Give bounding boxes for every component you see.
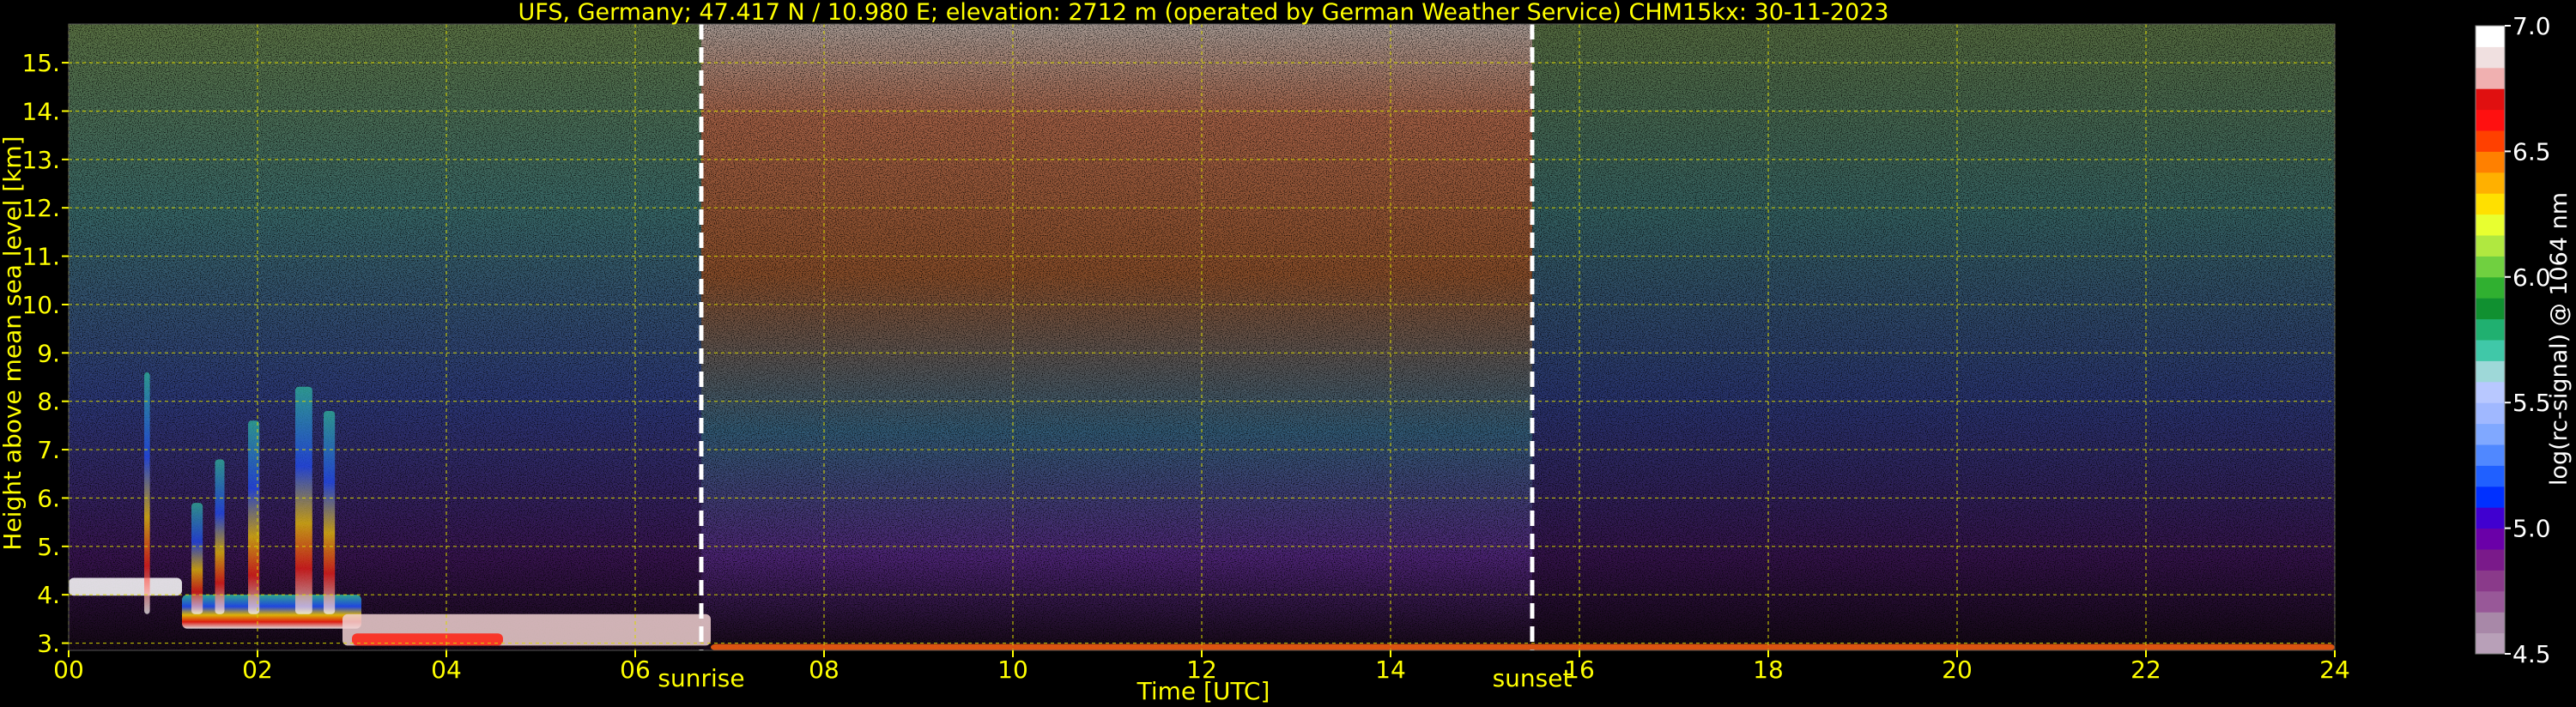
colorbar-segment [2476, 465, 2505, 487]
colorbar-segment [2476, 88, 2505, 111]
colorbar-segment [2476, 444, 2505, 466]
y-tick-label: 12. [21, 194, 60, 222]
y-tick-label: 9. [37, 339, 60, 367]
colorbar [2475, 25, 2506, 655]
colorbar-segment [2476, 632, 2505, 655]
y-axis-label: Height above mean sea level [km] [0, 136, 27, 550]
colorbar-tick-label: 5.0 [2512, 515, 2551, 543]
y-tick-label: 4. [37, 581, 60, 609]
y-tick-label: 14. [21, 97, 60, 125]
x-tick-label: 24 [2319, 656, 2350, 684]
colorbar-segment [2476, 46, 2505, 69]
colorbar-segment [2476, 193, 2505, 215]
noise-speckle [69, 24, 2335, 650]
cloud-streak [295, 386, 312, 614]
colorbar-segment [2476, 214, 2505, 236]
cloud-band [352, 633, 503, 646]
colorbar-segment [2476, 298, 2505, 320]
colorbar-segment [2476, 486, 2505, 508]
colorbar-tick-label: 6.0 [2512, 263, 2551, 292]
colorbar-tick-label: 4.5 [2512, 640, 2551, 668]
colorbar-segment [2476, 360, 2505, 383]
colorbar-segment [2476, 570, 2505, 592]
colorbar-segment [2476, 549, 2505, 571]
x-tick-label: 16 [1564, 656, 1595, 684]
colorbar-segment [2476, 402, 2505, 425]
cloud-streak [215, 459, 225, 614]
colorbar-segment [2476, 109, 2505, 131]
colorbar-segment [2476, 26, 2505, 47]
y-tick-label: 3. [37, 630, 60, 658]
cloud-streak [144, 372, 150, 614]
colorbar-segment [2476, 67, 2505, 89]
colorbar-segment [2476, 340, 2505, 361]
chart-title: UFS, Germany; 47.417 N / 10.980 E; eleva… [518, 0, 1889, 26]
y-tick-label: 8. [37, 388, 60, 416]
x-tick-label: 20 [1942, 656, 1973, 684]
colorbar-segment [2476, 172, 2505, 194]
colorbar-tick-label: 6.5 [2512, 137, 2551, 166]
sun-marker-label: sunset [1493, 664, 1573, 692]
colorbar-segment [2476, 256, 2505, 278]
x-tick-label: 08 [809, 656, 839, 684]
colorbar-segment [2476, 235, 2505, 257]
colorbar-segment [2476, 381, 2505, 403]
colorbar-tick-label: 7.0 [2512, 12, 2551, 40]
x-tick-label: 04 [431, 656, 462, 684]
colorbar-ticks: 4.5 5.0 5.5 6.0 6.5 7.0 [2505, 12, 2551, 668]
plot-area: sunrise sunset [68, 23, 2336, 692]
colorbar-segment [2476, 590, 2505, 613]
x-tick-label: 14 [1375, 656, 1406, 684]
colorbar-segment [2476, 130, 2505, 152]
x-tick-label: 00 [53, 656, 84, 684]
cloud-streak [324, 410, 336, 614]
ceilometer-chart: sunrise sunset 00 02 04 06 08 10 12 14 16 18 20 22 24… [0, 0, 2573, 705]
colorbar-segment [2476, 612, 2505, 634]
x-tick-label: 10 [997, 656, 1028, 684]
cloud-streak [191, 503, 203, 614]
sun-marker-label: sunrise [658, 664, 744, 692]
colorbar-segment [2476, 276, 2505, 299]
x-tick-label: 22 [2131, 656, 2161, 684]
y-tick-label: 15. [21, 49, 60, 77]
x-tick-label: 06 [620, 656, 651, 684]
y-tick-label: 5. [37, 533, 60, 561]
colorbar-label: log(rc-signal) @ 1064 nm [2546, 192, 2573, 486]
y-tick-label: 7. [37, 436, 60, 464]
colorbar-segment [2476, 423, 2505, 445]
y-axis-ticks: 3. 4. 5. 6. 7. 8. 9. 10. 11. 12. 13. 14. 15. [21, 49, 69, 658]
colorbar-segment [2476, 528, 2505, 550]
colorbar-segment [2476, 318, 2505, 341]
cloud-band [69, 577, 182, 596]
colorbar-tick-label: 5.5 [2512, 389, 2551, 417]
cloud-band [711, 644, 2335, 650]
colorbar-segment [2476, 151, 2505, 173]
x-tick-label: 02 [242, 656, 273, 684]
x-axis-label: Time [UTC] [1136, 677, 1270, 705]
y-tick-label: 13. [21, 146, 60, 174]
y-tick-label: 11. [21, 243, 60, 271]
x-tick-label: 18 [1753, 656, 1784, 684]
colorbar-segment [2476, 507, 2505, 529]
y-tick-label: 6. [37, 484, 60, 512]
y-tick-label: 10. [21, 291, 60, 319]
